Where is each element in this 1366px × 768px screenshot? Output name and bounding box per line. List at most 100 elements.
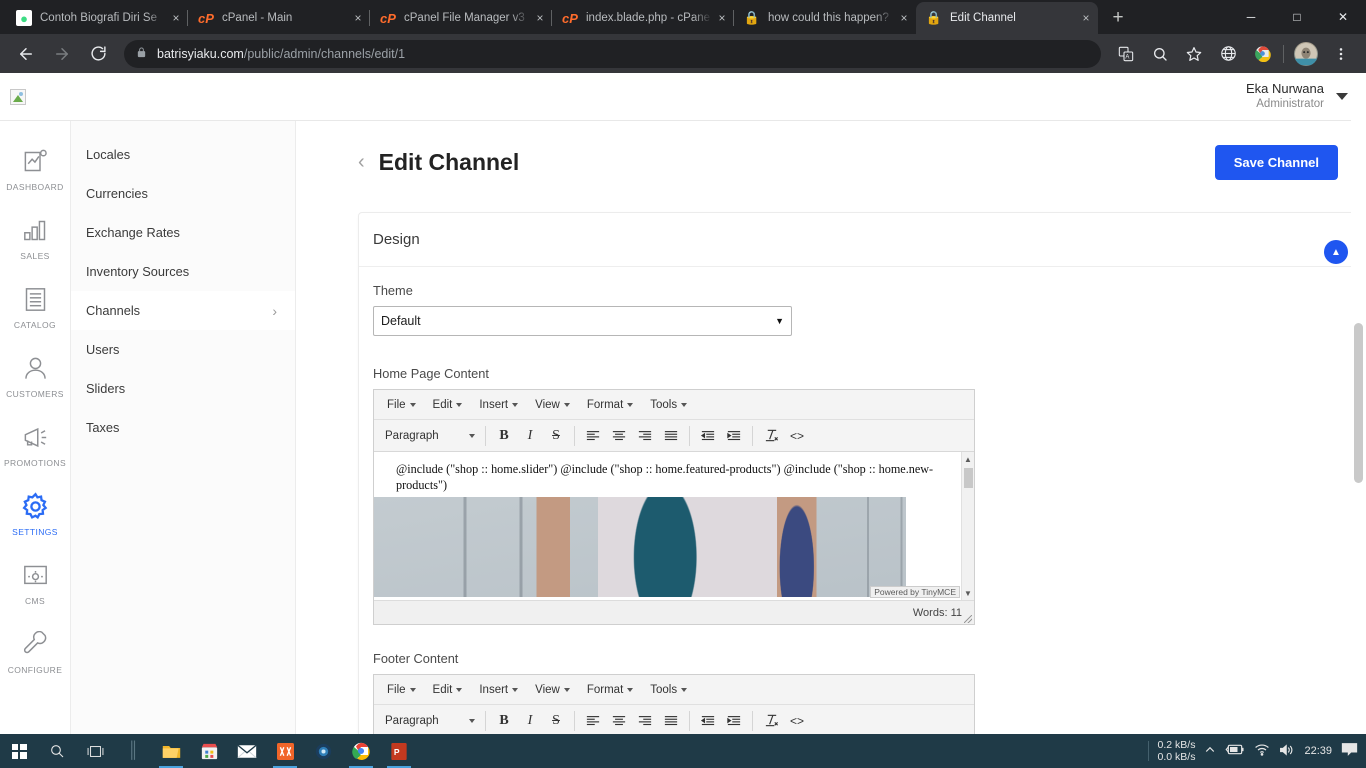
strikethrough-icon[interactable]: S (543, 709, 569, 733)
forward-icon[interactable] (47, 39, 77, 69)
chrome-icon[interactable] (342, 734, 380, 768)
submenu-item-locales[interactable]: Locales (71, 135, 295, 174)
align-right-icon[interactable] (632, 424, 658, 448)
bold-icon[interactable]: B (491, 709, 517, 733)
submenu-item-sliders[interactable]: Sliders (71, 369, 295, 408)
close-window-button[interactable]: ✕ (1320, 0, 1366, 34)
globe-icon[interactable] (1214, 40, 1242, 68)
close-icon[interactable]: × (532, 10, 548, 26)
menu-view[interactable]: View (528, 681, 577, 699)
bookmark-star-icon[interactable] (1180, 40, 1208, 68)
new-tab-button[interactable]: + (1104, 4, 1132, 32)
taskbar-clock[interactable]: 22:39 (1304, 745, 1332, 757)
menu-tools[interactable]: Tools (643, 396, 694, 414)
file-explorer-icon[interactable] (152, 734, 190, 768)
close-icon[interactable]: × (714, 10, 730, 26)
rail-item-catalog[interactable]: CATALOG (0, 281, 70, 330)
xampp-icon[interactable] (266, 734, 304, 768)
align-left-icon[interactable] (580, 424, 606, 448)
submenu-item-taxes[interactable]: Taxes (71, 408, 295, 447)
theme-select[interactable]: Default ▼ (373, 306, 792, 336)
submenu-item-users[interactable]: Users (71, 330, 295, 369)
extension-icon[interactable] (1248, 40, 1276, 68)
address-bar[interactable]: batrisyiaku.com /public/admin/channels/e… (124, 39, 1101, 68)
menu-insert[interactable]: Insert (472, 396, 525, 414)
browser-icon[interactable] (304, 734, 342, 768)
menu-tools[interactable]: Tools (643, 681, 694, 699)
source-code-icon[interactable]: <> (784, 424, 810, 448)
maximize-button[interactable]: □ (1274, 0, 1320, 34)
browser-tab-active[interactable]: 🔒 Edit Channel × (916, 2, 1098, 34)
translate-icon[interactable]: A (1112, 40, 1140, 68)
scroll-up-icon[interactable]: ▲ (962, 452, 974, 466)
indent-icon[interactable] (721, 709, 747, 733)
menu-edit[interactable]: Edit (426, 681, 470, 699)
italic-icon[interactable]: I (517, 709, 543, 733)
scroll-down-icon[interactable]: ▼ (962, 586, 974, 600)
user-menu[interactable]: Eka Nurwana Administrator (1246, 81, 1348, 112)
kebab-menu-icon[interactable] (1327, 40, 1355, 68)
clear-formatting-icon[interactable] (758, 424, 784, 448)
submenu-item-currencies[interactable]: Currencies (71, 174, 295, 213)
rail-item-promotions[interactable]: PROMOTIONS (0, 419, 70, 468)
reload-icon[interactable] (83, 39, 113, 69)
align-center-icon[interactable] (606, 424, 632, 448)
align-justify-icon[interactable] (658, 709, 684, 733)
outdent-icon[interactable] (695, 709, 721, 733)
submenu-item-channels[interactable]: Channels › (71, 291, 295, 330)
outdent-icon[interactable] (695, 424, 721, 448)
source-code-icon[interactable]: <> (784, 709, 810, 733)
align-center-icon[interactable] (606, 709, 632, 733)
menu-format[interactable]: Format (580, 396, 640, 414)
submenu-item-exchange-rates[interactable]: Exchange Rates (71, 213, 295, 252)
close-icon[interactable]: × (168, 10, 184, 26)
battery-icon[interactable] (1225, 743, 1245, 759)
menu-edit[interactable]: Edit (426, 396, 470, 414)
resize-handle[interactable] (964, 615, 972, 623)
minimize-button[interactable]: ─ (1228, 0, 1274, 34)
page-scrollbar[interactable] (1351, 73, 1366, 768)
microsoft-store-icon[interactable] (190, 734, 228, 768)
italic-icon[interactable]: I (517, 424, 543, 448)
back-chevron-icon[interactable]: ‹ (358, 151, 365, 174)
back-icon[interactable] (11, 39, 41, 69)
strikethrough-icon[interactable]: S (543, 424, 569, 448)
browser-tab[interactable]: cP index.blade.php - cPane × (552, 2, 734, 34)
block-format-select[interactable]: Paragraph (380, 709, 480, 733)
save-channel-button[interactable]: Save Channel (1214, 145, 1338, 180)
rail-item-customers[interactable]: CUSTOMERS (0, 350, 70, 399)
design-card-header[interactable]: Design ▲ (359, 213, 1360, 267)
bold-icon[interactable]: B (491, 424, 517, 448)
clear-formatting-icon[interactable] (758, 709, 784, 733)
submenu-item-inventory-sources[interactable]: Inventory Sources (71, 252, 295, 291)
scrollbar-thumb[interactable] (964, 468, 973, 488)
mail-icon[interactable] (228, 734, 266, 768)
align-left-icon[interactable] (580, 709, 606, 733)
browser-tab[interactable]: cP cPanel File Manager v3 × (370, 2, 552, 34)
rail-item-configure[interactable]: CONFIGURE (0, 626, 70, 675)
menu-file[interactable]: File (380, 681, 423, 699)
indent-icon[interactable] (721, 424, 747, 448)
start-button[interactable] (0, 734, 38, 768)
page-scrollbar-thumb[interactable] (1354, 323, 1363, 483)
browser-tab[interactable]: cP cPanel - Main × (188, 2, 370, 34)
chevron-up-icon[interactable]: ▲ (1324, 240, 1348, 264)
menu-file[interactable]: File (380, 396, 423, 414)
notification-icon[interactable] (1341, 742, 1358, 760)
search-icon[interactable] (1146, 40, 1174, 68)
rail-item-settings[interactable]: SETTINGS (0, 488, 70, 537)
menu-insert[interactable]: Insert (472, 681, 525, 699)
profile-avatar[interactable] (1294, 41, 1318, 66)
menu-format[interactable]: Format (580, 681, 640, 699)
close-icon[interactable]: × (350, 10, 366, 26)
menu-view[interactable]: View (528, 396, 577, 414)
browser-tab[interactable]: ● Contoh Biografi Diri Se × (6, 2, 188, 34)
align-right-icon[interactable] (632, 709, 658, 733)
rail-item-sales[interactable]: SALES (0, 212, 70, 261)
taskbar-search-button[interactable] (38, 734, 76, 768)
powerpoint-icon[interactable]: P (380, 734, 418, 768)
chevron-down-icon[interactable] (1336, 93, 1348, 100)
wifi-icon[interactable] (1254, 743, 1270, 759)
close-icon[interactable]: × (896, 10, 912, 26)
show-hidden-icons-button[interactable] (1204, 744, 1216, 759)
